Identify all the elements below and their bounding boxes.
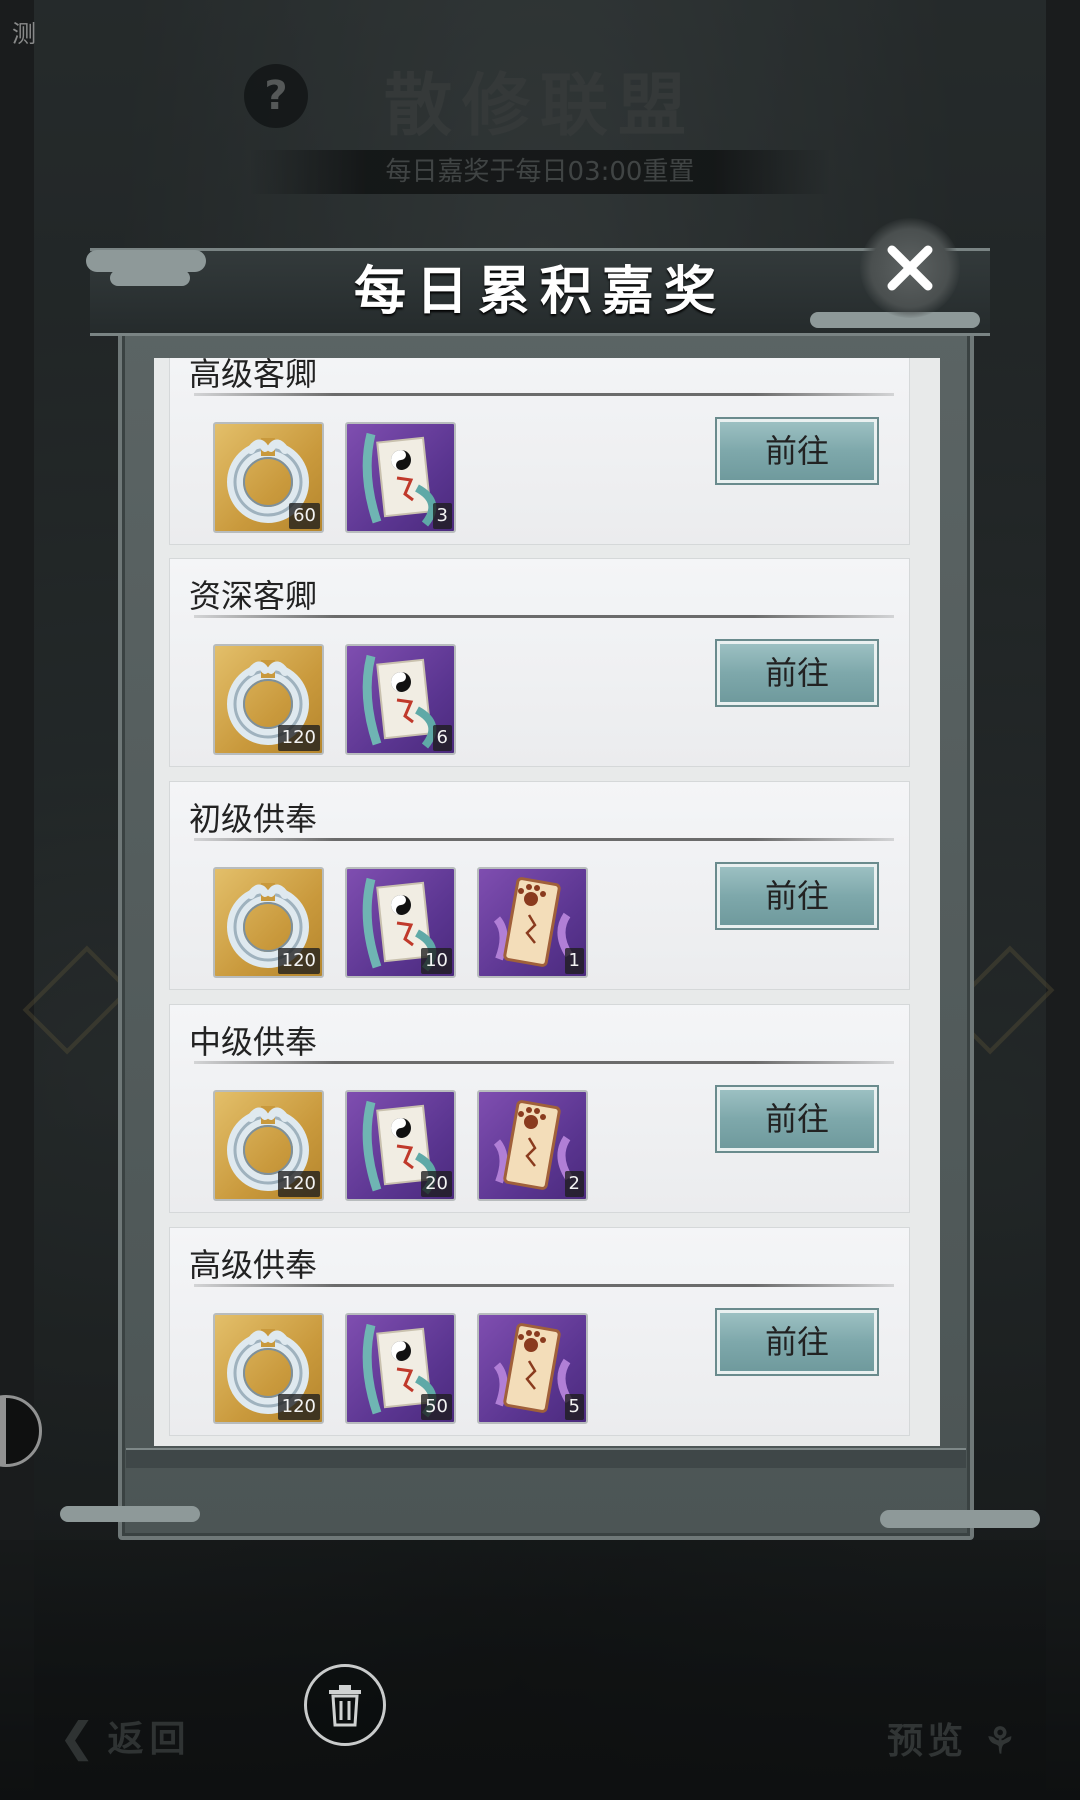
item-count: 20 [421, 1171, 452, 1197]
tier-name: 高级供奉 [189, 1246, 318, 1284]
trash-icon [329, 1685, 361, 1727]
item-count: 2 [564, 1171, 584, 1197]
item-count: 120 [277, 1394, 320, 1420]
item-count: 120 [277, 948, 320, 974]
reward-item-paw-scroll[interactable]: 2 [477, 1090, 588, 1201]
close-icon [887, 245, 933, 291]
cloud-ornament [880, 1510, 1040, 1528]
tier-name: 中级供奉 [189, 1023, 318, 1061]
dialog-bottom-rail [126, 1448, 966, 1468]
reward-list[interactable]: 高级客卿 60 3 前往 资深客卿 120 6 前往 初级供奉 120 10 1 前往 中级供奉 120 20… [154, 358, 940, 1446]
reward-item-taiji-talisman[interactable]: 20 [345, 1090, 456, 1201]
divider [194, 615, 894, 618]
tier-name: 资深客卿 [189, 577, 318, 615]
game-screen: 测 ? 散修联盟 每日嘉奖于每日03:00重置 ❮ 返回 预览 ⚘ 每日累积嘉奖 … [0, 0, 1080, 1800]
item-count: 10 [421, 948, 452, 974]
reward-item-jade-ring[interactable]: 60 [213, 422, 324, 533]
item-count: 1 [564, 948, 584, 974]
reward-item-paw-scroll[interactable]: 1 [477, 867, 588, 978]
trash-button[interactable] [304, 1664, 386, 1746]
divider [194, 1061, 894, 1064]
reward-row: 高级客卿 60 3 前往 [169, 358, 910, 545]
reward-item-jade-ring[interactable]: 120 [213, 644, 324, 755]
cloud-ornament [60, 1506, 200, 1522]
divider [194, 393, 894, 396]
reward-item-taiji-talisman[interactable]: 50 [345, 1313, 456, 1424]
tier-name: 高级客卿 [189, 358, 318, 393]
reward-item-paw-scroll[interactable]: 5 [477, 1313, 588, 1424]
divider [194, 838, 894, 841]
item-count: 120 [277, 1171, 320, 1197]
item-count: 3 [432, 503, 452, 529]
divider [194, 1284, 894, 1287]
item-count: 50 [421, 1394, 452, 1420]
reward-item-taiji-talisman[interactable]: 3 [345, 422, 456, 533]
dialog-title: 每日累积嘉奖 [353, 261, 726, 322]
tier-name: 初级供奉 [189, 800, 318, 838]
reward-row: 资深客卿 120 6 前往 [169, 558, 910, 767]
goto-button[interactable]: 前往 [715, 639, 879, 707]
reward-item-jade-ring[interactable]: 120 [213, 1090, 324, 1201]
reward-row: 中级供奉 120 20 2 前往 [169, 1004, 910, 1213]
goto-button[interactable]: 前往 [715, 1085, 879, 1153]
goto-button[interactable]: 前往 [715, 1308, 879, 1376]
item-count: 60 [289, 503, 320, 529]
item-count: 6 [432, 725, 452, 751]
reward-item-jade-ring[interactable]: 120 [213, 1313, 324, 1424]
cloud-ornament [86, 250, 206, 272]
reward-item-taiji-talisman[interactable]: 6 [345, 644, 456, 755]
goto-button[interactable]: 前往 [715, 862, 879, 930]
close-button[interactable] [860, 218, 960, 318]
item-count: 5 [564, 1394, 584, 1420]
reward-item-taiji-talisman[interactable]: 10 [345, 867, 456, 978]
reward-row: 初级供奉 120 10 1 前往 [169, 781, 910, 990]
item-count: 120 [277, 725, 320, 751]
reward-row: 高级供奉 120 50 5 前往 [169, 1227, 910, 1436]
reward-item-jade-ring[interactable]: 120 [213, 867, 324, 978]
cloud-ornament [110, 270, 190, 286]
goto-button[interactable]: 前往 [715, 417, 879, 485]
